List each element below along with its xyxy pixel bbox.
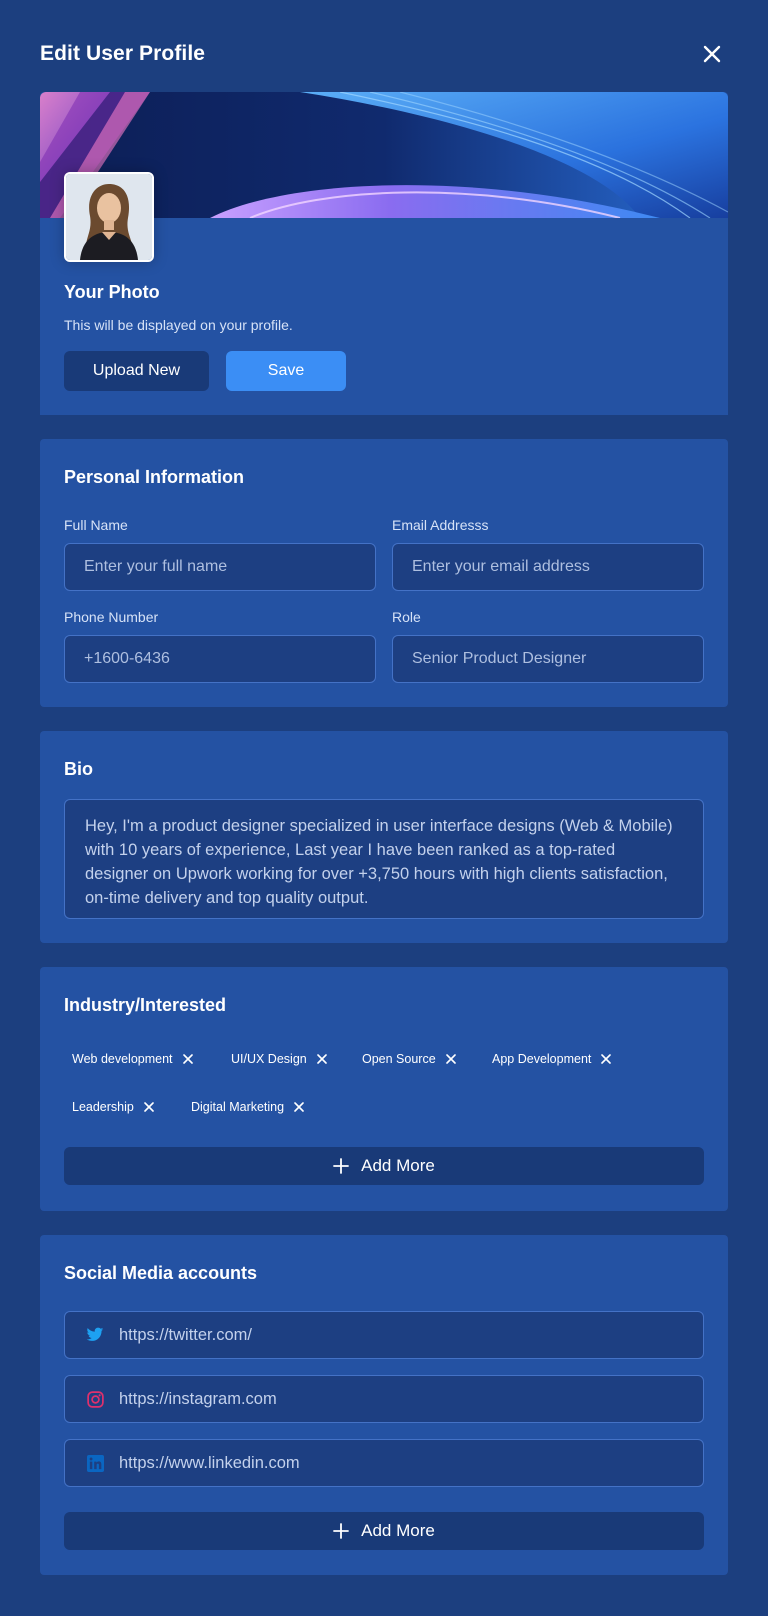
email-label: Email Addresss (392, 517, 489, 533)
tag-label: UI/UX Design (231, 1052, 307, 1066)
avatar[interactable] (64, 172, 154, 262)
full-name-label: Full Name (64, 517, 128, 533)
tag-label: Leadership (72, 1100, 134, 1114)
section-title-bio: Bio (64, 759, 93, 779)
add-more-label: Add More (361, 1156, 435, 1175)
remove-tag-icon[interactable] (445, 1054, 456, 1064)
social-media-card: Social Media accounts https://twitter.co… (40, 1235, 728, 1575)
instagram-url-input[interactable]: https://instagram.com (64, 1375, 704, 1423)
add-more-social-button[interactable]: Add More (64, 1512, 704, 1550)
phone-label: Phone Number (64, 609, 159, 625)
phone-value: +1600-6436 (84, 650, 170, 667)
bio-textarea[interactable]: Hey, I'm a product designer specialized … (64, 799, 704, 919)
close-icon[interactable] (700, 42, 724, 66)
email-placeholder: Enter your email address (412, 558, 590, 575)
twitter-url: https://twitter.com/ (119, 1325, 252, 1344)
industry-card: Industry/Interested Web development UI/U… (40, 967, 728, 1211)
bio-card: Bio Hey, I'm a product designer speciali… (40, 731, 728, 943)
photo-title: Your Photo (64, 282, 160, 302)
linkedin-icon (85, 1453, 105, 1473)
add-more-industry-button[interactable]: Add More (64, 1147, 704, 1185)
email-input[interactable]: Enter your email address (392, 543, 704, 591)
section-title-industry: Industry/Interested (64, 995, 227, 1015)
personal-information-card: Personal Information Full Name Enter you… (40, 439, 728, 707)
tag-label: App Development (492, 1052, 592, 1066)
role-input[interactable]: Senior Product Designer (392, 635, 704, 683)
role-value: Senior Product Designer (412, 650, 587, 667)
photo-card: Your Photo This will be displayed on you… (40, 92, 728, 415)
photo-subtitle: This will be displayed on your profile. (64, 317, 293, 333)
twitter-icon (85, 1325, 105, 1345)
tag-chip: Leadership (64, 1093, 154, 1121)
linkedin-url: https://www.linkedin.com (119, 1453, 300, 1472)
section-title-personal: Personal Information (64, 467, 245, 487)
phone-input[interactable]: +1600-6436 (64, 635, 376, 683)
remove-tag-icon[interactable] (144, 1102, 154, 1112)
tag-chip: App Development (484, 1045, 612, 1073)
tag-chip: Web development (64, 1045, 193, 1073)
remove-tag-icon[interactable] (294, 1102, 304, 1112)
twitter-url-input[interactable]: https://twitter.com/ (64, 1311, 704, 1359)
page-title: Edit User Profile (40, 42, 206, 65)
instagram-url: https://instagram.com (119, 1389, 277, 1408)
upload-new-button[interactable]: Upload New (64, 351, 209, 391)
tag-label: Open Source (362, 1052, 436, 1066)
instagram-icon (85, 1389, 105, 1409)
tag-label: Web development (72, 1052, 173, 1066)
section-title-social: Social Media accounts (64, 1263, 258, 1283)
tag-chip: UI/UX Design (223, 1045, 327, 1073)
remove-tag-icon[interactable] (182, 1054, 193, 1064)
save-button[interactable]: Save (226, 351, 346, 391)
plus-icon (333, 1523, 350, 1539)
tag-label: Digital Marketing (191, 1100, 285, 1114)
full-name-input[interactable]: Enter your full name (64, 543, 376, 591)
remove-tag-icon[interactable] (316, 1054, 327, 1064)
remove-tag-icon[interactable] (601, 1054, 612, 1064)
linkedin-url-input[interactable]: https://www.linkedin.com (64, 1439, 704, 1487)
plus-icon (333, 1158, 350, 1174)
dialog-header: Edit User Profile (40, 38, 728, 70)
add-more-label: Add More (361, 1521, 435, 1540)
full-name-placeholder: Enter your full name (84, 558, 228, 575)
role-label: Role (392, 609, 421, 625)
tag-chip: Open Source (354, 1045, 456, 1073)
tag-chip: Digital Marketing (183, 1093, 304, 1121)
